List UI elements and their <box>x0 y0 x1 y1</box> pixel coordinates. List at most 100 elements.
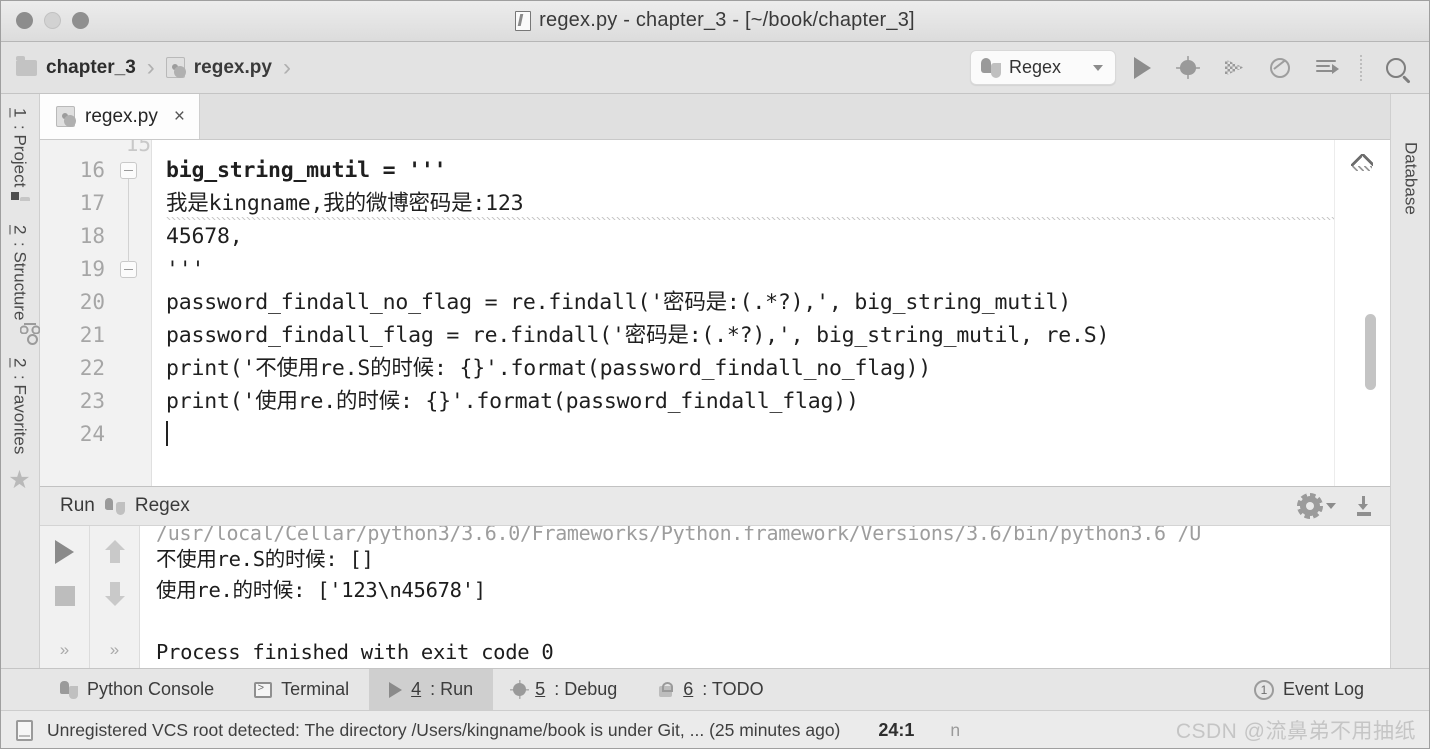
run-with-coverage-button[interactable] <box>1214 48 1254 88</box>
sidebar-item-project[interactable]: 1: Project <box>10 100 30 196</box>
breadcrumb-separator: › <box>146 53 155 81</box>
code-line: password_findall_no_flag = re.findall('密… <box>166 290 1072 315</box>
run-configuration-selector[interactable]: Regex <box>970 50 1116 85</box>
zoom-window-button[interactable] <box>72 12 89 29</box>
search-icon <box>1386 57 1406 78</box>
tool-button-label: : TODO <box>702 679 764 699</box>
editor-tab-regexpy[interactable]: regex.py × <box>40 94 200 139</box>
sidebar-item-favorites[interactable]: 2 : Favorites <box>10 350 30 463</box>
window-title-group: regex.py - chapter_3 - [~/book/chapter_3… <box>0 9 1430 32</box>
line-number: 22 <box>79 356 105 380</box>
python-logo-icon <box>981 57 1001 78</box>
watermark: CSDN @流鼻弟不用抽纸 <box>1175 720 1416 743</box>
event-log-icon: 1 <box>1253 679 1274 700</box>
run-tool-window-body: » » /usr/local/Cellar/python3/3.6.0/Fram… <box>40 526 1390 668</box>
tool-mnemonic: 2 <box>10 357 30 368</box>
arrow-down-icon[interactable] <box>104 582 125 606</box>
tool-label: : Favorites <box>10 375 30 455</box>
tool-button-label: : Run <box>430 679 474 699</box>
stop-square-icon[interactable] <box>54 586 75 606</box>
breadcrumb-label: chapter_3 <box>46 56 136 78</box>
code-editor[interactable]: 15 16 17 18 19 20 21 22 23 24 big_string… <box>40 140 1390 486</box>
workspace: 1: Project 2: Structure 2 : Favorites ★ r… <box>0 94 1430 668</box>
editor-gutter[interactable]: 15 16 17 18 19 20 21 22 23 24 <box>40 140 152 486</box>
partial-line-number: 15 <box>125 140 151 156</box>
encoding-indicator[interactable]: n <box>950 720 960 741</box>
line-number: 20 <box>79 290 105 314</box>
gear-icon[interactable] <box>1297 493 1323 519</box>
tool-label: : Project <box>10 125 30 188</box>
debug-button[interactable] <box>1168 48 1208 88</box>
close-icon[interactable]: × <box>174 106 185 128</box>
tool-button-label: Python Console <box>87 679 215 699</box>
profile-button[interactable] <box>1260 48 1300 88</box>
editor-vertical-scrollbar[interactable] <box>1365 314 1376 390</box>
editor-markup-strip[interactable] <box>1334 140 1390 486</box>
code-content[interactable]: big_string_mutil = ''' 我是kingname,我的微博密码… <box>152 140 1334 486</box>
star-icon: ★ <box>8 465 31 494</box>
status-message[interactable]: Unregistered VCS root detected: The dire… <box>47 720 840 741</box>
download-line-icon[interactable] <box>1354 496 1374 516</box>
run-window-title: Run <box>60 495 95 516</box>
chevrons-right-icon[interactable]: » <box>60 640 69 660</box>
editor-tab-bar: regex.py × <box>40 94 1390 140</box>
editor-tab-filler <box>199 94 1390 139</box>
run-console-output[interactable]: /usr/local/Cellar/python3/3.6.0/Framewor… <box>140 526 1390 668</box>
tool-button-todo[interactable]: 6: TODO <box>637 669 783 710</box>
line-number: 23 <box>79 389 105 413</box>
code-line: ''' <box>166 257 205 282</box>
sidebar-item-structure[interactable]: 2: Structure <box>10 217 30 329</box>
tool-button-debug[interactable]: 5: Debug <box>493 669 637 710</box>
line-number: 18 <box>79 224 105 248</box>
chevrons-right-icon[interactable]: » <box>110 640 119 660</box>
code-fold-marker[interactable] <box>120 260 137 278</box>
run-button[interactable] <box>1122 48 1162 88</box>
breadcrumb-item-regexpy[interactable]: regex.py <box>165 57 272 79</box>
todo-icon <box>657 681 674 698</box>
play-icon[interactable] <box>55 540 74 564</box>
navigation-toolbar: chapter_3 › regex.py › Regex <box>0 42 1430 94</box>
bug-icon <box>1180 60 1196 75</box>
breadcrumb-item-chapter3[interactable]: chapter_3 <box>16 55 136 79</box>
inspection-chevron-icon[interactable] <box>1351 154 1377 176</box>
search-everywhere-button[interactable] <box>1376 48 1416 88</box>
main-toolbar-actions: Regex <box>970 48 1416 88</box>
close-window-button[interactable] <box>16 12 33 29</box>
toolbar-divider <box>1360 54 1362 81</box>
tool-button-python-console[interactable]: Python Console <box>40 669 234 710</box>
sidebar-item-database[interactable]: Database <box>1401 134 1421 223</box>
chevron-down-icon[interactable] <box>1326 503 1336 509</box>
play-icon <box>1133 56 1151 79</box>
run-anything-button[interactable] <box>1306 48 1346 88</box>
minimize-window-button[interactable] <box>44 12 61 29</box>
window-controls <box>0 12 89 29</box>
window-title: regex.py - chapter_3 - [~/book/chapter_3… <box>539 9 915 31</box>
left-tool-strip: 1: Project 2: Structure 2 : Favorites ★ <box>0 94 40 668</box>
console-line: 不使用re.S的时候: [] <box>156 547 374 571</box>
python-console-icon <box>60 680 78 699</box>
code-fold-marker[interactable] <box>120 162 137 269</box>
run-window-config-name[interactable]: Regex <box>135 495 190 517</box>
tool-button-run[interactable]: 4: Run <box>369 669 494 710</box>
tool-button-label: Terminal <box>281 679 350 699</box>
profiler-icon <box>1270 57 1290 78</box>
code-line: 我是kingname,我的微博密码是:123 <box>166 187 1334 220</box>
arrow-up-icon[interactable] <box>104 540 125 564</box>
run-window-actions <box>1297 493 1374 519</box>
caret-position[interactable]: 24:1 <box>878 720 914 741</box>
bug-icon <box>510 680 530 699</box>
play-icon <box>389 681 403 698</box>
lines-arrow-icon <box>1316 59 1339 76</box>
python-file-icon <box>56 106 76 127</box>
tool-button-terminal[interactable]: Terminal <box>234 669 369 710</box>
run-actions-column-1: » <box>40 526 90 668</box>
tool-label: : Structure <box>10 242 30 321</box>
tool-button-event-log[interactable]: 1 Event Log <box>1234 679 1384 700</box>
python-logo-icon <box>104 497 125 515</box>
vcs-icon[interactable] <box>16 719 33 741</box>
console-line: 使用re.的时候: ['123\n45678'] <box>156 578 486 602</box>
run-tool-window-header: Run Regex <box>40 486 1390 526</box>
breadcrumb: chapter_3 › regex.py › <box>16 54 298 82</box>
pycharm-window: regex.py - chapter_3 - [~/book/chapter_3… <box>0 0 1430 749</box>
